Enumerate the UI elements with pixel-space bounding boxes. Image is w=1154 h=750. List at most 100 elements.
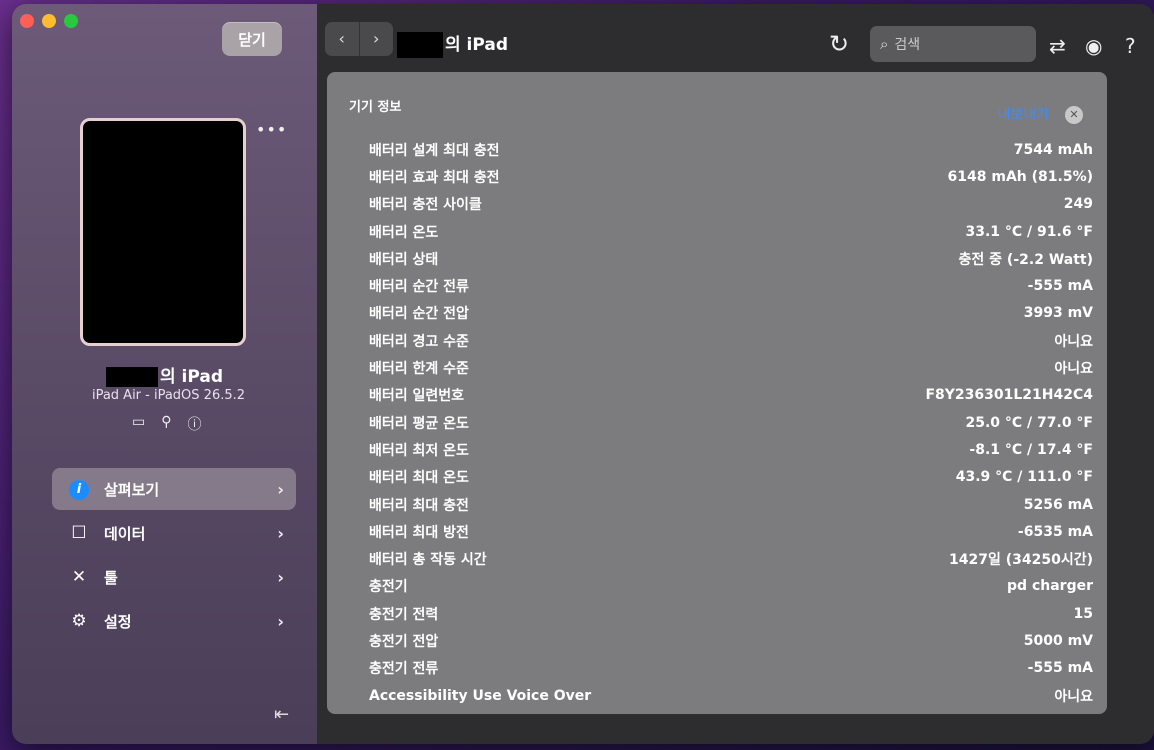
search-placeholder: 검색: [894, 37, 921, 53]
info-row-label: 배터리 최저 온도: [369, 442, 469, 459]
info-row-value: -555 mA: [1027, 278, 1093, 295]
info-row: 배터리 효과 최대 충전 6148 mAh (81.5%): [369, 163, 1099, 190]
info-row-value: 5256 mA: [1023, 496, 1093, 513]
usb-icon: ⚲: [161, 414, 172, 430]
device-info-panel: 기기 정보 내보내기 ✕ 배터리 설계 최대 충전 7544 mAh 배터리 효과 …: [327, 72, 1107, 714]
info-row-value: 1427일 (34250시간): [949, 552, 1093, 569]
collapse-sidebar-icon[interactable]: ⇤: [274, 704, 289, 725]
zoom-window-button[interactable]: [64, 14, 78, 28]
info-row: 배터리 일련번호 F8Y236301L21H42C4: [369, 382, 1099, 409]
device-model: iPad Air - iPadOS 26.5.2: [91, 388, 246, 403]
info-row-value: 25.0 °C / 77.0 °F: [965, 414, 1093, 431]
info-row-label: Accessibility Use Voice Over: [369, 687, 592, 704]
info-icon: i: [64, 478, 94, 500]
info-row-value: pd charger: [1007, 578, 1093, 595]
refresh-icon[interactable]: ↻: [829, 30, 849, 58]
device-image: [80, 118, 246, 346]
info-row: 충전기 전류 -555 mA: [369, 655, 1099, 682]
info-row: 배터리 최대 충전 5256 mA: [369, 491, 1099, 518]
sidebar-item-tools[interactable]: ✕ 툴 ›: [52, 556, 296, 598]
info-row-label: 배터리 설계 최대 충전: [369, 142, 500, 159]
chevron-right-icon: ›: [277, 523, 284, 543]
info-row-value: 아니요: [1054, 688, 1093, 705]
minimize-window-button[interactable]: [42, 14, 56, 28]
info-row-label: 충전기 전압: [369, 633, 439, 650]
info-row-label: 배터리 순간 전압: [369, 306, 469, 323]
close-button[interactable]: 닫기: [222, 22, 282, 56]
redacted-owner-name: [105, 367, 158, 387]
info-row: Accessibility Use Voice Over 아니요: [369, 682, 1099, 709]
battery-icon: ▭: [132, 414, 146, 430]
info-row-label: 배터리 일련번호: [369, 388, 465, 405]
redacted-owner-name: [397, 32, 443, 58]
info-row: 충전기 전압 5000 mV: [369, 627, 1099, 654]
info-row-label: 배터리 상태: [369, 251, 439, 268]
forward-button[interactable]: ›: [360, 22, 394, 56]
sidebar-item-label: 툴: [104, 568, 118, 587]
info-row-value: -6535 mA: [1017, 523, 1093, 540]
info-row-label: 충전기: [369, 579, 408, 596]
info-row-value: 15: [1073, 605, 1093, 622]
info-row-value: 충전 중 (-2.2 Watt): [958, 251, 1093, 268]
info-icon[interactable]: ⓘ: [188, 414, 202, 434]
info-row-label: 충전기 전류: [369, 661, 439, 678]
info-row: 배터리 최대 온도 43.9 °C / 111.0 °F: [369, 464, 1099, 491]
transfer-icon[interactable]: ⇄: [1049, 34, 1066, 58]
info-row-label: 배터리 최대 온도: [369, 470, 469, 487]
sidebar-item-label: 설정: [104, 612, 132, 631]
device-name-suffix: 의 iPad: [159, 367, 224, 387]
info-row-value: F8Y236301L21H42C4: [925, 387, 1093, 404]
sidebar-nav: i 살펴보기 › ☐ 데이터 › ✕ 툴 › ⚙ 설정 ›: [52, 468, 296, 644]
window-controls: [20, 14, 78, 28]
search-input[interactable]: ⌕ 검색: [870, 26, 1036, 62]
info-row: 배터리 경고 수준 아니요: [369, 327, 1099, 354]
more-options-icon[interactable]: •••: [256, 120, 287, 139]
panel-title: 기기 정보: [349, 100, 402, 115]
info-row: 배터리 온도 33.1 °C / 91.6 °F: [369, 218, 1099, 245]
info-row-label: 배터리 충전 사이클: [369, 197, 482, 214]
info-row: 배터리 최대 방전 -6535 mA: [369, 518, 1099, 545]
sidebar-item-data[interactable]: ☐ 데이터 ›: [52, 512, 296, 554]
chevron-right-icon: ›: [277, 567, 284, 587]
close-panel-icon[interactable]: ✕: [1065, 106, 1083, 124]
info-row: 배터리 총 작동 시간 1427일 (34250시간): [369, 545, 1099, 572]
info-row-value: 5000 mV: [1023, 632, 1093, 649]
device-name: 의 iPad: [12, 362, 317, 387]
sidebar-item-settings[interactable]: ⚙ 설정 ›: [52, 600, 296, 642]
app-window: 닫기 ••• 의 iPad iPad Air - iPadOS 26.5.2 ▭…: [12, 4, 1154, 744]
info-row-value: 아니요: [1054, 333, 1093, 350]
info-row: 배터리 한계 수준 아니요: [369, 354, 1099, 381]
info-row-value: 33.1 °C / 91.6 °F: [965, 223, 1093, 240]
toolbar: ‹ › 의 iPad ↻ ⌕ 검색 ⇄ ◉ ?: [317, 4, 1154, 72]
info-row: 배터리 평균 온도 25.0 °C / 77.0 °F: [369, 409, 1099, 436]
info-row-label: 배터리 평균 온도: [369, 415, 469, 432]
account-icon[interactable]: ◉: [1085, 34, 1102, 58]
info-row-label: 배터리 최대 충전: [369, 497, 469, 514]
info-row-label: 배터리 순간 전류: [369, 279, 469, 296]
info-row-value: 3993 mV: [1023, 305, 1093, 322]
tools-icon: ✕: [71, 567, 87, 587]
export-button[interactable]: 내보내기: [997, 104, 1049, 124]
info-row: 배터리 순간 전류 -555 mA: [369, 272, 1099, 299]
info-row-label: 배터리 효과 최대 충전: [369, 169, 500, 186]
info-row-value: 아니요: [1054, 361, 1093, 378]
info-row-label: 배터리 경고 수준: [369, 333, 469, 350]
info-list: 배터리 설계 최대 충전 7544 mAh 배터리 효과 최대 충전 6148 mAh…: [369, 136, 1099, 709]
info-row: 배터리 충전 사이클 249: [369, 191, 1099, 218]
chevron-right-icon: ›: [277, 479, 284, 499]
square-icon: ☐: [71, 523, 87, 543]
history-nav: ‹ ›: [325, 22, 393, 56]
info-row-value: 7544 mAh: [1013, 141, 1093, 158]
info-row-value: 43.9 °C / 111.0 °F: [955, 469, 1093, 486]
info-row: 배터리 상태 충전 중 (-2.2 Watt): [369, 245, 1099, 272]
main-content: ‹ › 의 iPad ↻ ⌕ 검색 ⇄ ◉ ? 기기 정보 내보내기 ✕ 배터리…: [317, 4, 1154, 744]
info-row-label: 배터리 온도: [369, 224, 439, 241]
info-row-value: -555 mA: [1027, 660, 1093, 677]
help-icon[interactable]: ?: [1125, 34, 1136, 58]
search-icon: ⌕: [880, 35, 889, 53]
gear-icon: ⚙: [71, 611, 87, 631]
info-row-label: 배터리 한계 수준: [369, 361, 469, 378]
close-window-button[interactable]: [20, 14, 34, 28]
back-button[interactable]: ‹: [325, 22, 360, 56]
sidebar-item-overview[interactable]: i 살펴보기 ›: [52, 468, 296, 510]
